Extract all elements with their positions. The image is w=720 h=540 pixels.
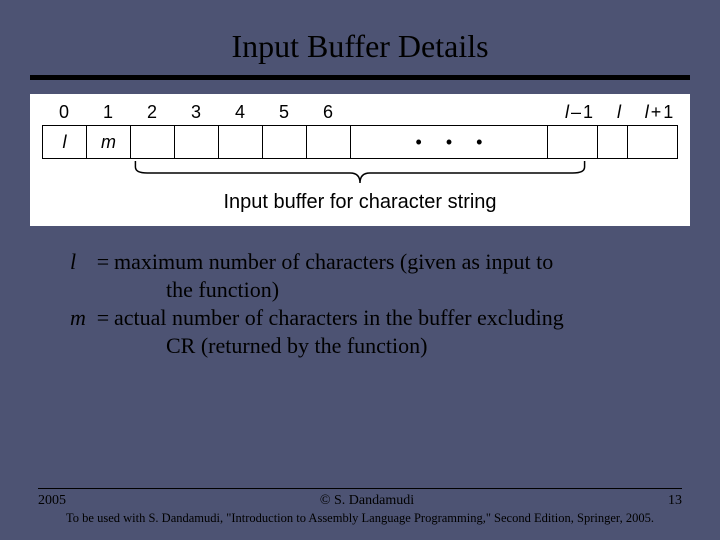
buffer-cell: l bbox=[43, 126, 87, 158]
index-label-right: l–1 bbox=[554, 102, 604, 123]
index-label-right: l bbox=[604, 102, 634, 123]
def-symbol: l bbox=[70, 248, 92, 276]
index-gap bbox=[350, 102, 554, 123]
def-text: maximum number of characters (given as i… bbox=[114, 248, 650, 276]
buffer-cell: m bbox=[87, 126, 131, 158]
buffer-cell bbox=[175, 126, 219, 158]
buffer-row: l m • • • bbox=[42, 125, 678, 159]
buffer-cell bbox=[219, 126, 263, 158]
def-eq: = bbox=[92, 304, 114, 332]
def-l: l = maximum number of characters (given … bbox=[70, 248, 650, 276]
footer-row: 2005 © S. Dandamudi 13 bbox=[38, 493, 682, 509]
index-label: 5 bbox=[262, 102, 306, 123]
index-label: 1 bbox=[86, 102, 130, 123]
index-row: 0 1 2 3 4 5 6 l–1 l l+1 bbox=[42, 102, 684, 123]
index-label: 2 bbox=[130, 102, 174, 123]
index-label: 0 bbox=[42, 102, 86, 123]
index-label: 3 bbox=[174, 102, 218, 123]
buffer-ellipsis: • • • bbox=[351, 126, 548, 158]
def-text-cont: CR (returned by the function) bbox=[166, 332, 650, 360]
def-text-cont: the function) bbox=[166, 276, 650, 304]
buffer-cell bbox=[263, 126, 307, 158]
def-m: m = actual number of characters in the b… bbox=[70, 304, 650, 332]
def-text: actual number of characters in the buffe… bbox=[114, 304, 650, 332]
footer-rule bbox=[38, 488, 682, 489]
index-label: 6 bbox=[306, 102, 350, 123]
footer-copyright: © S. Dandamudi bbox=[320, 493, 414, 509]
index-label: 4 bbox=[218, 102, 262, 123]
definitions: l = maximum number of characters (given … bbox=[70, 248, 650, 361]
footer-subtitle: To be used with S. Dandamudi, "Introduct… bbox=[38, 511, 682, 526]
buffer-cell bbox=[131, 126, 175, 158]
index-label-right: l+1 bbox=[634, 102, 684, 123]
page-title: Input Buffer Details bbox=[0, 28, 720, 65]
buffer-figure: 0 1 2 3 4 5 6 l–1 l l+1 l m • • • bbox=[30, 94, 690, 226]
footer-page: 13 bbox=[668, 493, 682, 509]
footer: 2005 © S. Dandamudi 13 To be used with S… bbox=[0, 488, 720, 526]
buffer-cell bbox=[598, 126, 628, 158]
def-symbol: m bbox=[70, 304, 92, 332]
figure-caption: Input buffer for character string bbox=[36, 191, 684, 214]
brace bbox=[42, 159, 678, 187]
buffer-cell bbox=[307, 126, 351, 158]
buffer-cell bbox=[628, 126, 678, 158]
footer-year: 2005 bbox=[38, 493, 66, 509]
buffer-cell bbox=[548, 126, 598, 158]
def-eq: = bbox=[92, 248, 114, 276]
title-rule bbox=[30, 75, 690, 80]
slide: Input Buffer Details 0 1 2 3 4 5 6 l–1 l… bbox=[0, 0, 720, 540]
